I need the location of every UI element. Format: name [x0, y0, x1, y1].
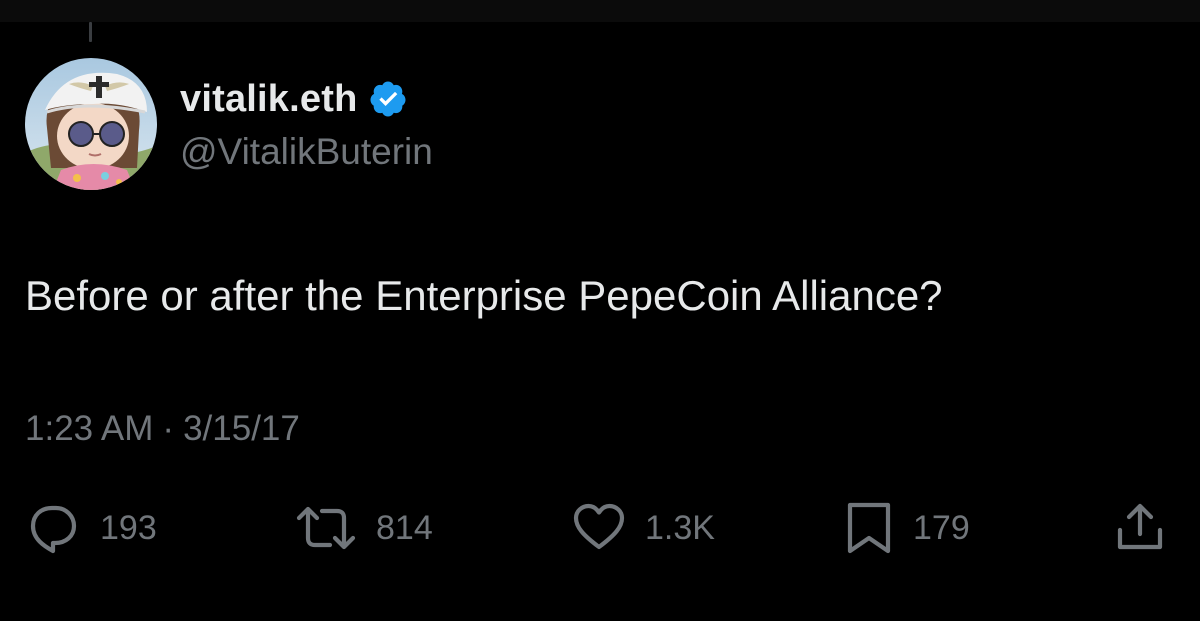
meta-separator: · [162, 409, 175, 448]
avatar[interactable] [25, 58, 157, 190]
reply-button[interactable]: 193 [24, 500, 157, 556]
like-button[interactable]: 1.3K [571, 500, 715, 556]
thread-connector-line [89, 22, 92, 42]
tweet-timestamp: 1:23 AM · 3/15/17 [25, 409, 300, 449]
tweet-text: Before or after the Enterprise PepeCoin … [25, 272, 943, 319]
retweet-count: 814 [376, 508, 433, 547]
author-name-row: vitalik.eth [180, 74, 408, 124]
tweet-time[interactable]: 1:23 AM [25, 409, 153, 449]
share-button[interactable] [1112, 500, 1168, 556]
author-display-name[interactable]: vitalik.eth [180, 78, 358, 121]
heart-icon [573, 503, 625, 550]
bookmark-button[interactable]: 179 [843, 500, 970, 556]
tweet-date[interactable]: 3/15/17 [183, 409, 300, 449]
author-handle[interactable]: @VitalikButerin [180, 131, 433, 173]
tweet-action-bar: 193 814 1.3K 179 [0, 500, 1200, 556]
avatar-image [25, 58, 157, 190]
reply-count: 193 [100, 508, 157, 547]
like-count: 1.3K [645, 508, 715, 547]
bookmark-count: 179 [913, 508, 970, 547]
bookmark-icon [847, 502, 891, 554]
retweet-button[interactable]: 814 [294, 500, 433, 556]
retweet-icon [296, 506, 356, 550]
top-strip [0, 0, 1200, 22]
verified-badge-icon[interactable] [368, 79, 408, 119]
reply-icon [30, 505, 77, 554]
share-icon [1117, 503, 1163, 550]
